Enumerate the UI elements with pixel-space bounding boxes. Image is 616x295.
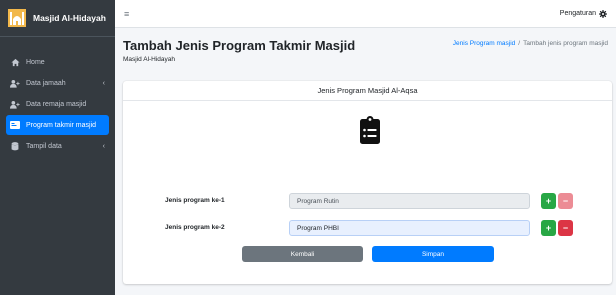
sidebar-item-tampil-data[interactable]: Tampil data ‹ bbox=[6, 136, 109, 156]
card-title: Jenis Program Masjid Al-Aqsa bbox=[123, 81, 612, 101]
sidebar-item-label: Home bbox=[26, 58, 45, 66]
page-title: Tambah Jenis Program Takmir Masjid bbox=[123, 38, 356, 53]
program-row-label: Jenis program ke-1 bbox=[165, 197, 225, 204]
menu-toggle-icon[interactable]: ≡ bbox=[124, 9, 129, 19]
remove-row-button[interactable]: − bbox=[558, 193, 573, 209]
back-button[interactable]: Kembali bbox=[242, 246, 363, 262]
sidebar-item-data-jamaah[interactable]: Data jamaah ‹ bbox=[6, 73, 109, 93]
chevron-left-icon: ‹ bbox=[102, 79, 105, 87]
database-icon bbox=[10, 141, 20, 151]
sidebar-item-label: Program takmir masjid bbox=[26, 121, 97, 129]
sidebar-item-data-remaja-masjid[interactable]: Data remaja masjid bbox=[6, 94, 109, 114]
program-row-1: Jenis program ke-1 Program Rutin + − bbox=[123, 193, 612, 209]
chevron-left-icon: ‹ bbox=[102, 142, 105, 150]
save-button[interactable]: Simpan bbox=[372, 246, 494, 262]
page-subtitle: Masjid Al-Hidayah bbox=[123, 56, 176, 63]
settings-label: Pengaturan bbox=[559, 10, 596, 17]
add-row-button[interactable]: + bbox=[541, 193, 556, 209]
program-row-2: Jenis program ke-2 Program PHBI + − bbox=[123, 220, 612, 236]
program-input-1[interactable]: Program Rutin bbox=[289, 193, 530, 209]
breadcrumb-link[interactable]: Jenis Program masjid bbox=[453, 40, 516, 47]
program-row-label: Jenis program ke-2 bbox=[165, 224, 225, 231]
mosque-logo-icon bbox=[8, 9, 26, 27]
add-row-button[interactable]: + bbox=[541, 220, 556, 236]
sidebar-item-label: Data remaja masjid bbox=[26, 100, 87, 108]
sidebar-item-home[interactable]: Home bbox=[6, 52, 109, 72]
program-input-2[interactable]: Program PHBI bbox=[289, 220, 530, 236]
breadcrumb: Jenis Program masjid / Tambah jenis prog… bbox=[453, 40, 608, 47]
settings-menu[interactable]: Pengaturan bbox=[559, 9, 607, 18]
sidebar: Masjid Al-Hidayah Home Data jamaah ‹ Dat… bbox=[0, 0, 115, 295]
brand-name: Masjid Al-Hidayah bbox=[33, 13, 106, 23]
brand[interactable]: Masjid Al-Hidayah bbox=[0, 0, 115, 37]
sidebar-item-program-takmir-masjid[interactable]: Program takmir masjid bbox=[6, 115, 109, 135]
sidebar-nav: Home Data jamaah ‹ Data remaja masjid Pr… bbox=[0, 37, 115, 156]
home-icon bbox=[10, 57, 20, 67]
user-plus-icon bbox=[10, 78, 20, 88]
program-form-card: Jenis Program Masjid Al-Aqsa Jenis progr… bbox=[123, 81, 612, 284]
gear-icon bbox=[599, 9, 607, 18]
sidebar-item-label: Tampil data bbox=[26, 142, 62, 150]
id-card-icon bbox=[10, 120, 20, 130]
clipboard-list-icon bbox=[360, 116, 380, 144]
remove-row-button[interactable]: − bbox=[558, 220, 573, 236]
breadcrumb-current: Tambah jenis program masjid bbox=[523, 40, 608, 47]
top-navbar: ≡ Pengaturan bbox=[115, 0, 616, 28]
user-plus-icon bbox=[10, 99, 20, 109]
breadcrumb-separator: / bbox=[518, 40, 521, 47]
sidebar-item-label: Data jamaah bbox=[26, 79, 66, 87]
